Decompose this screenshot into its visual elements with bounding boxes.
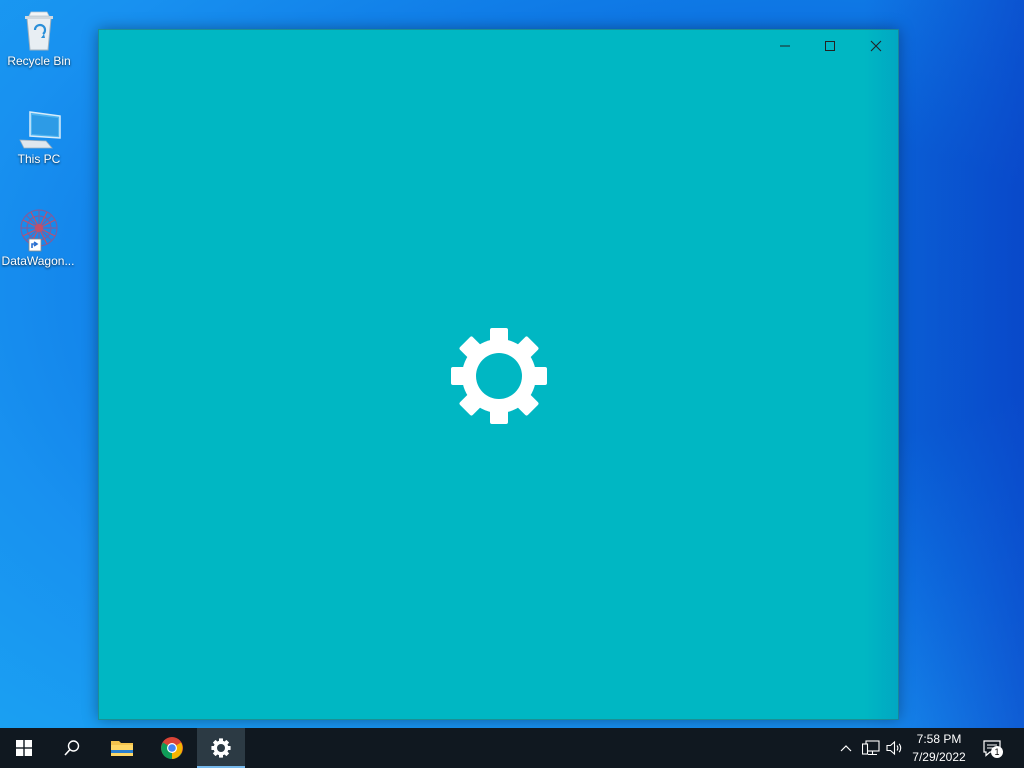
network-button[interactable]: [861, 738, 881, 758]
search-icon: [64, 740, 80, 756]
desktop: Recycle Bin This PC DataWagon...: [0, 0, 1024, 728]
taskbar-clock[interactable]: 7:58 PM 7/29/2022: [902, 730, 976, 766]
chevron-up-icon: [840, 745, 852, 752]
maximize-button[interactable]: [807, 30, 853, 62]
clock-time: 7:58 PM: [916, 732, 962, 746]
gear-icon: [451, 328, 547, 424]
recycle-bin-icon: [25, 11, 53, 51]
chrome-icon: [161, 737, 183, 759]
datawagon-label: DataWagon...: [1, 254, 75, 268]
start-button[interactable]: [0, 728, 48, 768]
minimize-button[interactable]: [762, 30, 808, 62]
app-window[interactable]: [98, 29, 899, 720]
maximize-icon: [825, 41, 835, 51]
computer-icon: [19, 111, 61, 149]
desktop-icon-datawagon[interactable]: DataWagon...: [0, 206, 76, 268]
close-icon: [870, 40, 882, 52]
desktop-icon-this-pc[interactable]: This PC: [1, 108, 77, 166]
settings-button[interactable]: [197, 728, 245, 768]
notification-count-badge: 1: [991, 746, 1003, 758]
taskbar: 7:58 PM 7/29/2022: [0, 728, 1024, 768]
show-hidden-icons-button[interactable]: [838, 738, 854, 758]
gear-icon: [211, 738, 231, 758]
search-button[interactable]: [48, 728, 96, 768]
chrome-button[interactable]: [148, 728, 196, 768]
network-icon: [862, 740, 880, 756]
clock-date: 7/29/2022: [912, 750, 966, 764]
folder-icon: [111, 741, 133, 756]
recycle-bin-label: Recycle Bin: [7, 54, 71, 68]
datawagon-app-icon: [20, 209, 58, 252]
close-button[interactable]: [853, 30, 899, 62]
windows-logo-icon: [16, 740, 32, 756]
file-explorer-button[interactable]: [98, 728, 146, 768]
minimize-icon: [780, 45, 790, 47]
desktop-icon-recycle-bin[interactable]: Recycle Bin: [1, 8, 77, 68]
this-pc-label: This PC: [17, 152, 61, 166]
